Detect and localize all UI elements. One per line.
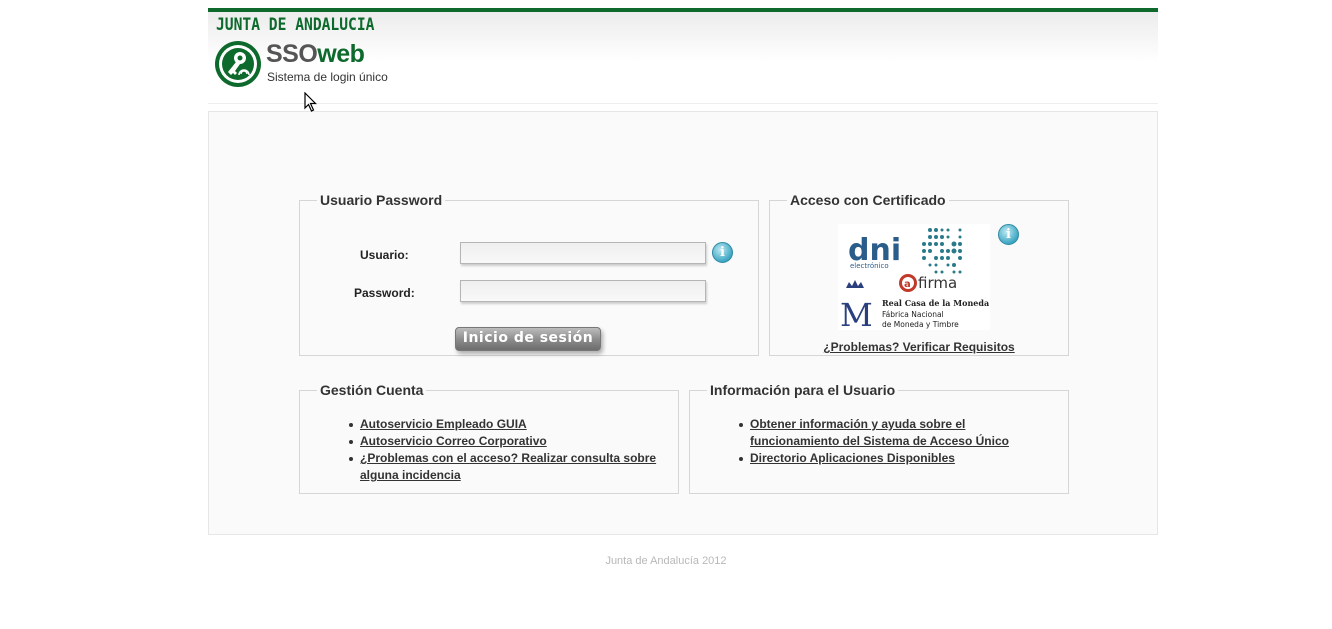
list-item: ¿Problemas con el acceso? Realizar consu… xyxy=(349,450,670,484)
app-subtitle: Sistema de login único xyxy=(267,70,388,84)
password-label: Password: xyxy=(354,286,415,300)
password-input[interactable] xyxy=(460,280,706,302)
page-header: JUNTA DE ANDALUCIA SSOweb Sistema de log… xyxy=(208,8,1158,104)
verify-requirements-link[interactable]: ¿Problemas? Verificar Requisitos xyxy=(770,340,1068,354)
corporate-mail-self-service-link[interactable]: Autoservicio Correo Corporativo xyxy=(360,434,547,448)
certificate-info-icon[interactable]: i xyxy=(998,224,1019,245)
list-item: Autoservicio Correo Corporativo xyxy=(349,433,670,450)
list-item: Autoservicio Empleado GUIA xyxy=(349,416,670,433)
list-item: Directorio Aplicaciones Disponibles xyxy=(739,450,1040,467)
account-fieldset: Gestión Cuenta Autoservicio Empleado GUI… xyxy=(299,382,679,494)
login-legend: Usuario Password xyxy=(320,192,443,208)
junta-de-andalucia-logo-text: JUNTA DE ANDALUCIA xyxy=(216,15,375,35)
certificate-legend: Acceso con Certificado xyxy=(790,192,946,208)
fnmt-line2: Fábrica Nacional xyxy=(882,310,944,319)
account-links-list: Autoservicio Empleado GUIA Autoservicio … xyxy=(349,416,670,484)
footer-text: Junta de Andalucía 2012 xyxy=(605,555,727,567)
certificate-logos[interactable]: dni electrónico a firma M Real Casa de l… xyxy=(838,224,990,334)
fnmt-letter: M xyxy=(840,296,873,330)
help-info-link[interactable]: Obtener información y ayuda sobre el fun… xyxy=(750,417,1009,448)
applications-directory-link[interactable]: Directorio Aplicaciones Disponibles xyxy=(750,451,955,465)
certificate-fieldset: Acceso con Certificado dni electrónico a… xyxy=(769,192,1069,356)
afirma-prefix: a xyxy=(904,279,911,290)
main-panel: Usuario Password Usuario: i Password: In… xyxy=(208,111,1158,535)
fnmt-line1: Real Casa de la Moneda xyxy=(882,298,989,308)
employee-self-service-link[interactable]: Autoservicio Empleado GUIA xyxy=(360,417,527,431)
mouse-cursor-icon xyxy=(304,92,317,112)
dni-afirma-fnmt-logo: dni electrónico a firma M Real Casa de l… xyxy=(840,228,989,334)
user-info-fieldset: Información para el Usuario Obtener info… xyxy=(689,382,1069,494)
login-fieldset: Usuario Password Usuario: i Password: In… xyxy=(299,192,759,356)
ssoweb-key-icon xyxy=(215,41,261,87)
afirma-text: firma xyxy=(918,274,957,292)
login-button[interactable]: Inicio de sesión xyxy=(455,327,601,351)
user-info-legend: Información para el Usuario xyxy=(710,382,896,398)
username-input[interactable] xyxy=(460,242,706,264)
user-info-links-list: Obtener información y ayuda sobre el fun… xyxy=(739,416,1040,467)
username-label: Usuario: xyxy=(360,248,409,262)
username-info-icon[interactable]: i xyxy=(712,242,733,263)
account-legend: Gestión Cuenta xyxy=(320,382,424,398)
list-item: Obtener información y ayuda sobre el fun… xyxy=(739,416,1040,450)
access-problems-link[interactable]: ¿Problemas con el acceso? Realizar consu… xyxy=(360,451,656,482)
app-title: SSOweb xyxy=(266,40,365,68)
fnmt-line3: de Moneda y Timbre xyxy=(882,320,959,329)
dni-sub-text: electrónico xyxy=(850,262,889,270)
